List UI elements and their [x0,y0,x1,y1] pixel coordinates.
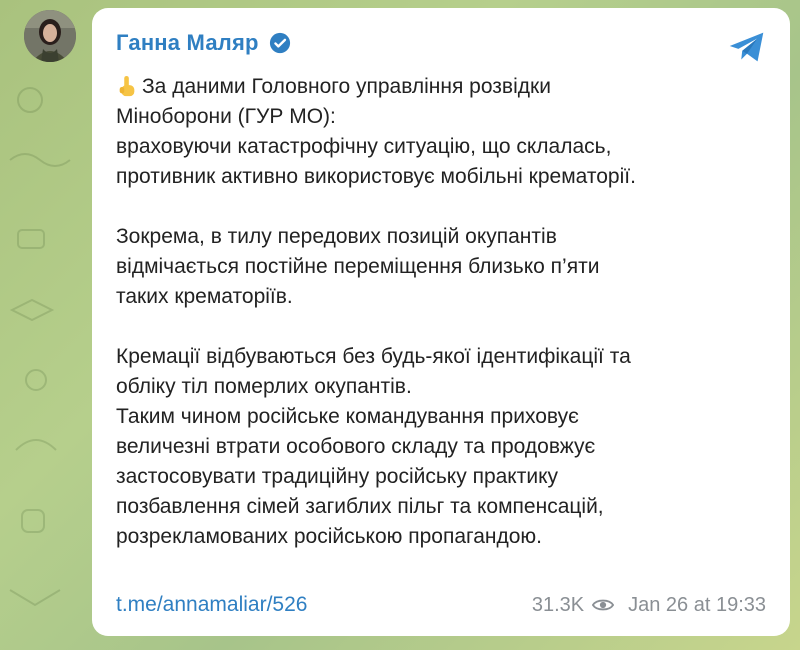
post-link[interactable]: t.me/annamaliar/526 [116,593,307,617]
profile-photo [24,10,76,62]
message-line: позбавлення сімей загиблих пільг та комп… [116,495,604,518]
message-footer: t.me/annamaliar/526 31.3K Jan 26 at 19:3… [116,590,766,620]
message-line: величезні втрати особового складу та про… [116,435,596,458]
message-line: Кремації відбуваються без будь-якої іден… [116,345,631,368]
message-line: Міноборони (ГУР МО): [116,105,336,128]
message-header: Ганна Маляр [116,30,291,56]
message-line: противник активно використовує мобільні … [116,165,636,188]
avatar[interactable] [24,10,76,62]
message-card: Ганна Маляр За даними Головного управлін… [92,8,790,636]
message-line: Зокрема, в тилу передових позицій окупан… [116,225,557,248]
message-line: обліку тіл померлих окупантів. [116,375,412,398]
eye-icon [592,599,615,611]
message-line: враховуючи катастрофічну ситуацію, що ск… [116,135,612,158]
message-line: За даними Головного управління розвідки [142,75,551,98]
telegram-plane-icon[interactable] [724,24,770,70]
message-line: відмічається постійне переміщення близьк… [116,255,600,278]
message-line: застосовувати традиційну російську практ… [116,465,558,488]
timestamp: Jan 26 at 19:33 [628,593,766,616]
message-text: За даними Головного управління розвідки … [116,72,766,552]
author-name[interactable]: Ганна Маляр [116,30,259,56]
verified-badge-icon [269,32,290,54]
message-meta: 31.3K Jan 26 at 19:33 [532,594,766,617]
message-first-line: За даними Головного управління розвідки [116,72,766,102]
view-count: 31.3K [531,593,585,616]
message-line: таких крематоріїв. [116,285,293,308]
message-line: розрекламованих російською пропагандою. [116,525,542,548]
message-line: Таким чином російське командування прихо… [116,405,579,428]
index-pointing-up-emoji [119,76,135,97]
